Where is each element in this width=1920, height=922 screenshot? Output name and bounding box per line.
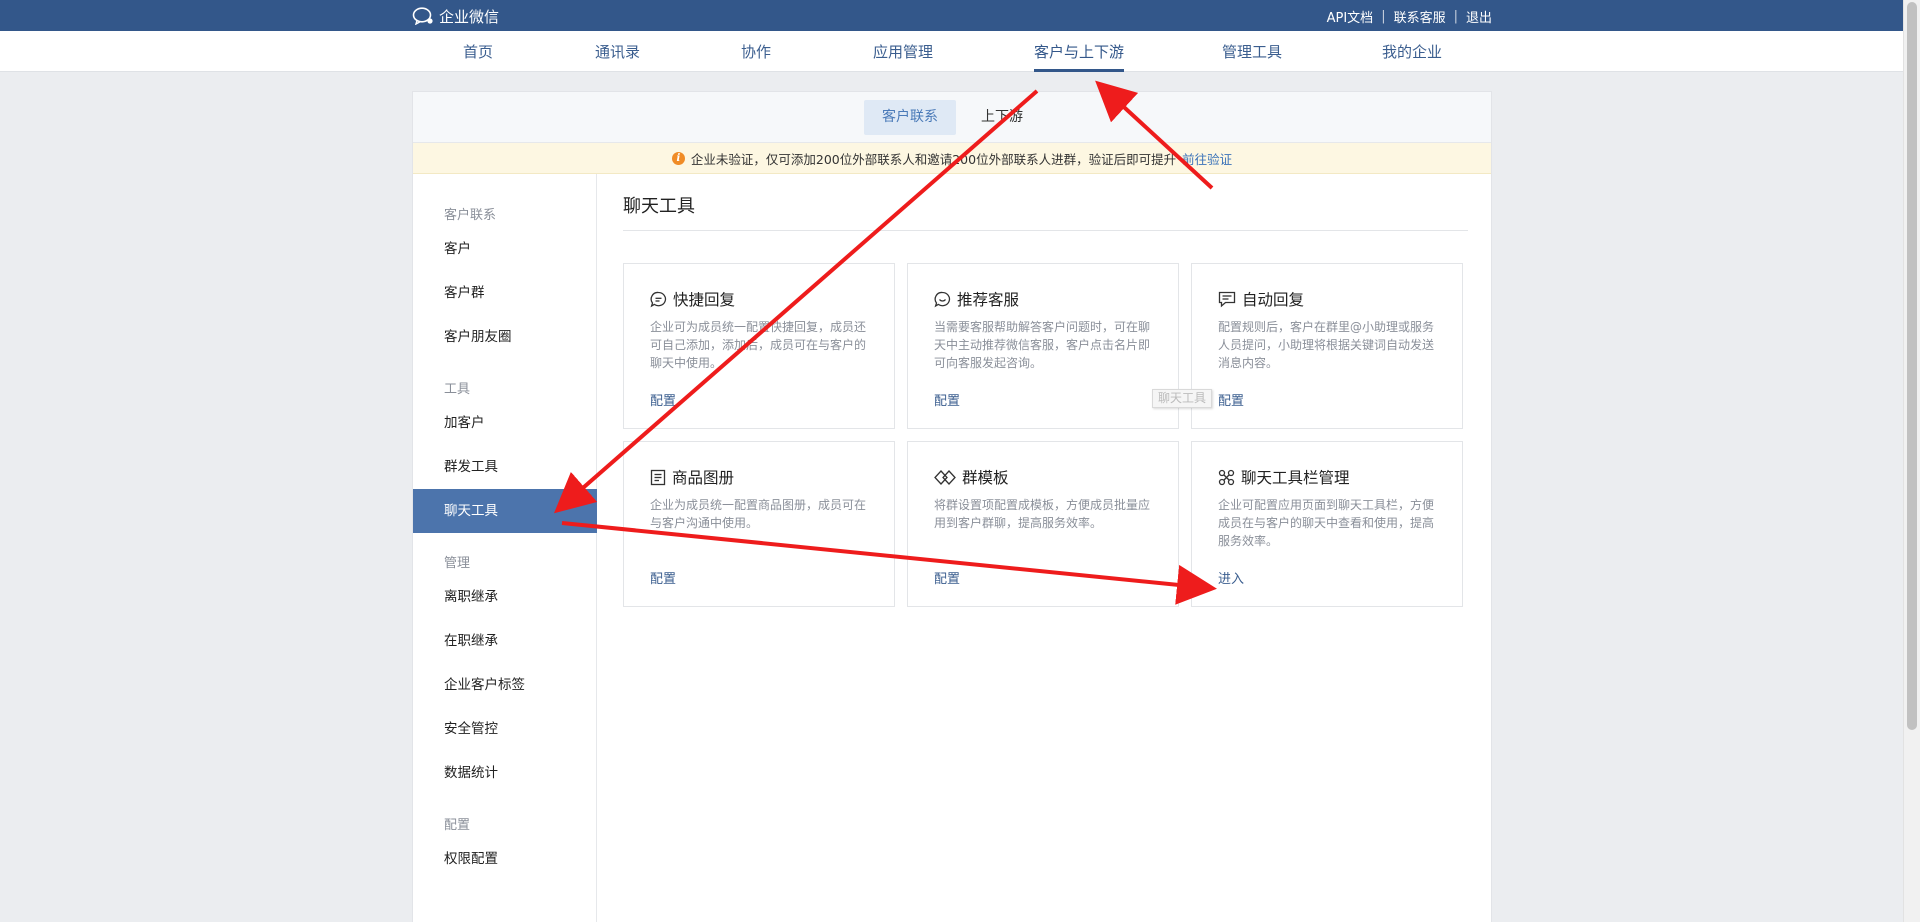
sidebar: 客户联系 客户 客户群 客户朋友圈 工具 加客户 群发工具 聊天工具 管理 离职… (413, 174, 597, 922)
support-link[interactable]: 联系客服 (1394, 7, 1446, 26)
sidebar-item-customers[interactable]: 客户 (413, 227, 597, 271)
product-album-icon (650, 469, 666, 485)
nav-tab-home[interactable]: 首页 (463, 31, 493, 72)
configure-button[interactable]: 配置 (1218, 390, 1244, 409)
sidebar-group-tools: 工具 (444, 382, 471, 397)
verify-link[interactable]: 前往验证 (1182, 149, 1232, 168)
enter-button[interactable]: 进入 (1218, 568, 1244, 587)
card-toolbar-management: 聊天工具栏管理 企业可配置应用页面到聊天工具栏，方便成员在与客户的聊天中查看和使… (1191, 441, 1463, 607)
brand-logo[interactable]: 企业微信 (412, 5, 499, 27)
card-description: 企业为成员统一配置商品图册，成员可在与客户沟通中使用。 (650, 498, 867, 530)
configure-button[interactable]: 配置 (934, 568, 960, 587)
top-bar: 企业微信 API文档 | 联系客服 | 退出 (0, 0, 1903, 31)
card-description: 配置规则后，客户在群里@小助理或服务人员提问，小助理将根据关键词自动发送消息内容… (1218, 320, 1435, 370)
sidebar-item-moments[interactable]: 客户朋友圈 (413, 315, 597, 359)
scrollbar-thumb[interactable] (1907, 2, 1917, 730)
nav-tab-contacts[interactable]: 通讯录 (595, 31, 640, 72)
sidebar-group-config: 配置 (444, 818, 471, 833)
card-title: 商品图册 (672, 469, 735, 487)
sidebar-item-resignation-inherit[interactable]: 离职继承 (413, 575, 597, 619)
top-link-separator: | (1453, 9, 1458, 24)
top-links: API文档 | 联系客服 | 退出 (1327, 7, 1492, 26)
top-link-separator: | (1381, 9, 1386, 24)
sidebar-item-security[interactable]: 安全管控 (413, 707, 597, 751)
group-template-icon (934, 469, 956, 485)
configure-button[interactable]: 配置 (934, 390, 960, 409)
quick-reply-icon (650, 291, 667, 307)
card-group-template: 群模板 将群设置项配置成模板，方便成员批量应用到客户群聊，提高服务效率。 配置 (907, 441, 1179, 607)
card-auto-reply: 自动回复 配置规则后，客户在群里@小助理或服务人员提问，小助理将根据关键词自动发… (1191, 263, 1463, 429)
card-title: 聊天工具栏管理 (1241, 469, 1350, 487)
subtab-upstream-downstream[interactable]: 上下游 (963, 100, 1041, 135)
card-product-album: 商品图册 企业为成员统一配置商品图册，成员可在与客户沟通中使用。 配置 (623, 441, 895, 607)
sub-tabs: 客户联系 上下游 (413, 92, 1491, 143)
content-area: 聊天工具 快捷回复 企业可为成员统一配置快捷回复，成员还可自己添加，添加后，成员… (598, 174, 1491, 922)
page-title: 聊天工具 (623, 196, 695, 217)
card-description: 企业可为成员统一配置快捷回复，成员还可自己添加，添加后，成员可在与客户的聊天中使… (650, 320, 867, 370)
card-description: 将群设置项配置成模板，方便成员批量应用到客户群聊，提高服务效率。 (934, 498, 1151, 530)
nav-tab-customers[interactable]: 客户与上下游 (1034, 31, 1125, 72)
page-scrollbar[interactable] (1903, 0, 1920, 922)
card-quick-reply: 快捷回复 企业可为成员统一配置快捷回复，成员还可自己添加，添加后，成员可在与客户… (623, 263, 895, 429)
subtab-customer-contact[interactable]: 客户联系 (864, 100, 956, 135)
sidebar-item-statistics[interactable]: 数据统计 (413, 751, 597, 795)
card-description: 当需要客服帮助解答客户问题时，可在聊天中主动推荐微信客服，客户点击名片即可向客服… (934, 320, 1151, 370)
card-title: 群模板 (962, 469, 1009, 487)
verification-notice: i 企业未验证，仅可添加200位外部联系人和邀请200位外部联系人进群，验证后即… (413, 143, 1491, 174)
wecom-logo-icon (412, 7, 433, 25)
card-recommend-service: 推荐客服 当需要客服帮助解答客户问题时，可在聊天中主动推荐微信客服，客户点击名片… (907, 263, 1179, 429)
nav-tab-app-management[interactable]: 应用管理 (873, 31, 933, 72)
main-panel: 客户联系 上下游 i 企业未验证，仅可添加200位外部联系人和邀请200位外部联… (412, 91, 1492, 922)
configure-button[interactable]: 配置 (650, 390, 676, 409)
main-nav: 首页 通讯录 协作 应用管理 客户与上下游 管理工具 我的企业 (0, 31, 1903, 72)
card-title: 自动回复 (1242, 291, 1305, 309)
card-title: 快捷回复 (673, 291, 736, 309)
sidebar-item-customer-tags[interactable]: 企业客户标签 (413, 663, 597, 707)
toolbar-manage-icon (1218, 469, 1235, 485)
card-description: 企业可配置应用页面到聊天工具栏，方便成员在与客户的聊天中查看和使用，提高服务效率… (1218, 498, 1435, 548)
title-divider (623, 230, 1468, 231)
warning-icon: i (671, 151, 685, 165)
nav-tab-collaboration[interactable]: 协作 (741, 31, 771, 72)
logout-link[interactable]: 退出 (1466, 7, 1492, 26)
notice-text: 企业未验证，仅可添加200位外部联系人和邀请200位外部联系人进群，验证后即可提… (690, 151, 1177, 167)
api-docs-link[interactable]: API文档 (1327, 7, 1374, 26)
card-title: 推荐客服 (957, 291, 1020, 309)
sidebar-item-broadcast[interactable]: 群发工具 (413, 445, 597, 489)
tooltip: 聊天工具 (1152, 389, 1213, 408)
configure-button[interactable]: 配置 (650, 568, 676, 587)
brand-name: 企业微信 (439, 7, 500, 26)
sidebar-item-onjob-inherit[interactable]: 在职继承 (413, 619, 597, 663)
recommend-service-icon (934, 291, 951, 307)
sidebar-item-permissions[interactable]: 权限配置 (413, 837, 597, 881)
sidebar-item-add-customer[interactable]: 加客户 (413, 401, 597, 445)
sidebar-item-chat-tools[interactable]: 聊天工具 (413, 489, 597, 533)
sidebar-group-customer-contact: 客户联系 (444, 208, 497, 223)
sidebar-group-management: 管理 (444, 556, 471, 571)
auto-reply-icon (1218, 291, 1236, 307)
nav-tab-management-tools[interactable]: 管理工具 (1222, 31, 1282, 72)
sidebar-item-customer-groups[interactable]: 客户群 (413, 271, 597, 315)
nav-tab-my-company[interactable]: 我的企业 (1382, 31, 1442, 72)
